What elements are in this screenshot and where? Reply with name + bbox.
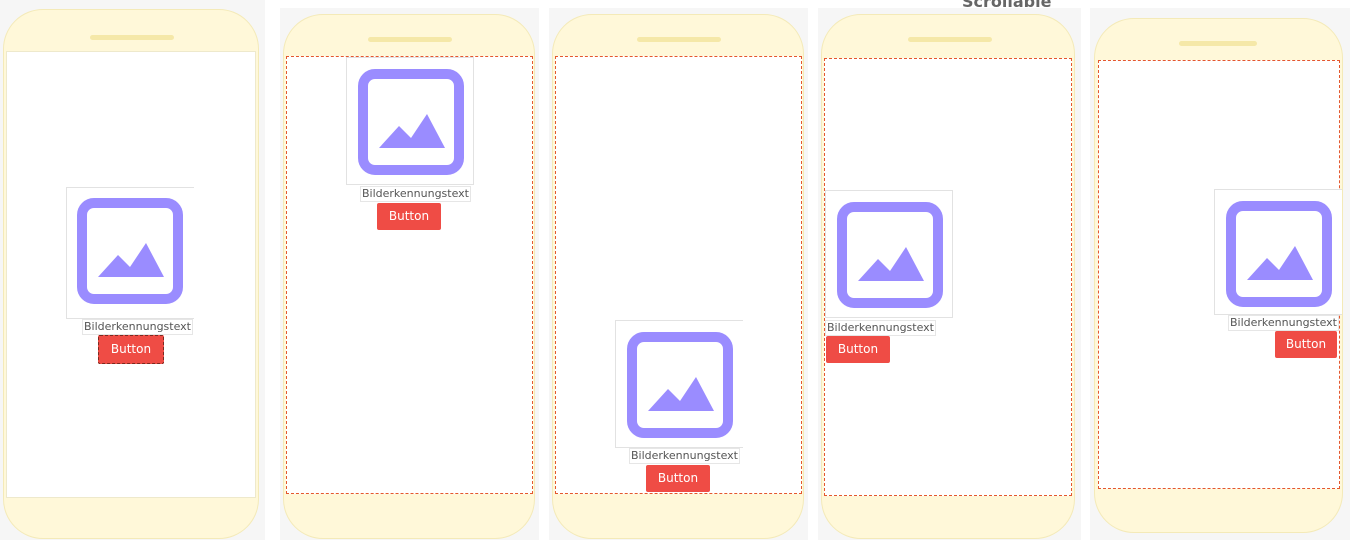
phone-speaker-1 bbox=[90, 35, 174, 40]
frame-panel-5: Bilderkennungstext Button bbox=[1090, 8, 1350, 540]
button-2[interactable]: Button bbox=[377, 203, 441, 230]
image-placeholder-icon bbox=[357, 68, 465, 176]
phone-mockup-4: Bilderkennungstext Button bbox=[821, 14, 1075, 539]
phone-speaker-3 bbox=[637, 37, 721, 42]
phone-mockup-5: Bilderkennungstext Button bbox=[1094, 18, 1343, 533]
phone-screen-2[interactable]: Bilderkennungstext Button bbox=[286, 56, 533, 494]
phone-screen-1[interactable]: Bilderkennungstext Button bbox=[6, 51, 256, 498]
frame-panel-2: Bilderkennungstext Button bbox=[280, 8, 539, 540]
image-caption-5: Bilderkennungstext bbox=[1228, 315, 1339, 331]
phone-screen-5[interactable]: Bilderkennungstext Button bbox=[1098, 60, 1342, 489]
image-caption-3: Bilderkennungstext bbox=[629, 448, 740, 464]
phone-screen-3[interactable]: Bilderkennungstext Button bbox=[555, 56, 802, 494]
phone-mockup-1: Bilderkennungstext Button bbox=[3, 9, 259, 539]
image-placeholder-1[interactable] bbox=[66, 187, 194, 319]
phone-speaker-2 bbox=[368, 37, 452, 42]
image-placeholder-icon bbox=[626, 331, 734, 439]
image-caption-1: Bilderkennungstext bbox=[82, 319, 193, 335]
image-placeholder-icon bbox=[1225, 200, 1333, 308]
phone-mockup-3: Bilderkennungstext Button bbox=[552, 14, 804, 539]
frame-panel-4: Bilderkennungstext Button bbox=[818, 8, 1081, 540]
button-4[interactable]: Button bbox=[826, 336, 890, 363]
image-placeholder-icon bbox=[76, 197, 184, 305]
button-5[interactable]: Button bbox=[1275, 331, 1337, 358]
frame-panel-1: Bilderkennungstext Button bbox=[0, 0, 265, 540]
phone-mockup-2: Bilderkennungstext Button bbox=[283, 14, 535, 539]
frame-panel-3: Bilderkennungstext Button bbox=[549, 8, 808, 540]
phone-screen-4[interactable]: Bilderkennungstext Button bbox=[824, 58, 1072, 496]
image-placeholder-5[interactable] bbox=[1214, 189, 1342, 315]
image-caption-4: Bilderkennungstext bbox=[825, 320, 936, 336]
image-placeholder-3[interactable] bbox=[615, 320, 743, 448]
button-3[interactable]: Button bbox=[646, 465, 710, 492]
phone-speaker-4 bbox=[908, 37, 992, 42]
phone-speaker-5 bbox=[1179, 41, 1257, 46]
image-placeholder-2[interactable] bbox=[346, 57, 474, 185]
image-placeholder-4[interactable] bbox=[825, 190, 953, 318]
image-caption-2: Bilderkennungstext bbox=[360, 186, 471, 202]
image-placeholder-icon bbox=[836, 201, 944, 309]
button-1[interactable]: Button bbox=[98, 335, 164, 364]
